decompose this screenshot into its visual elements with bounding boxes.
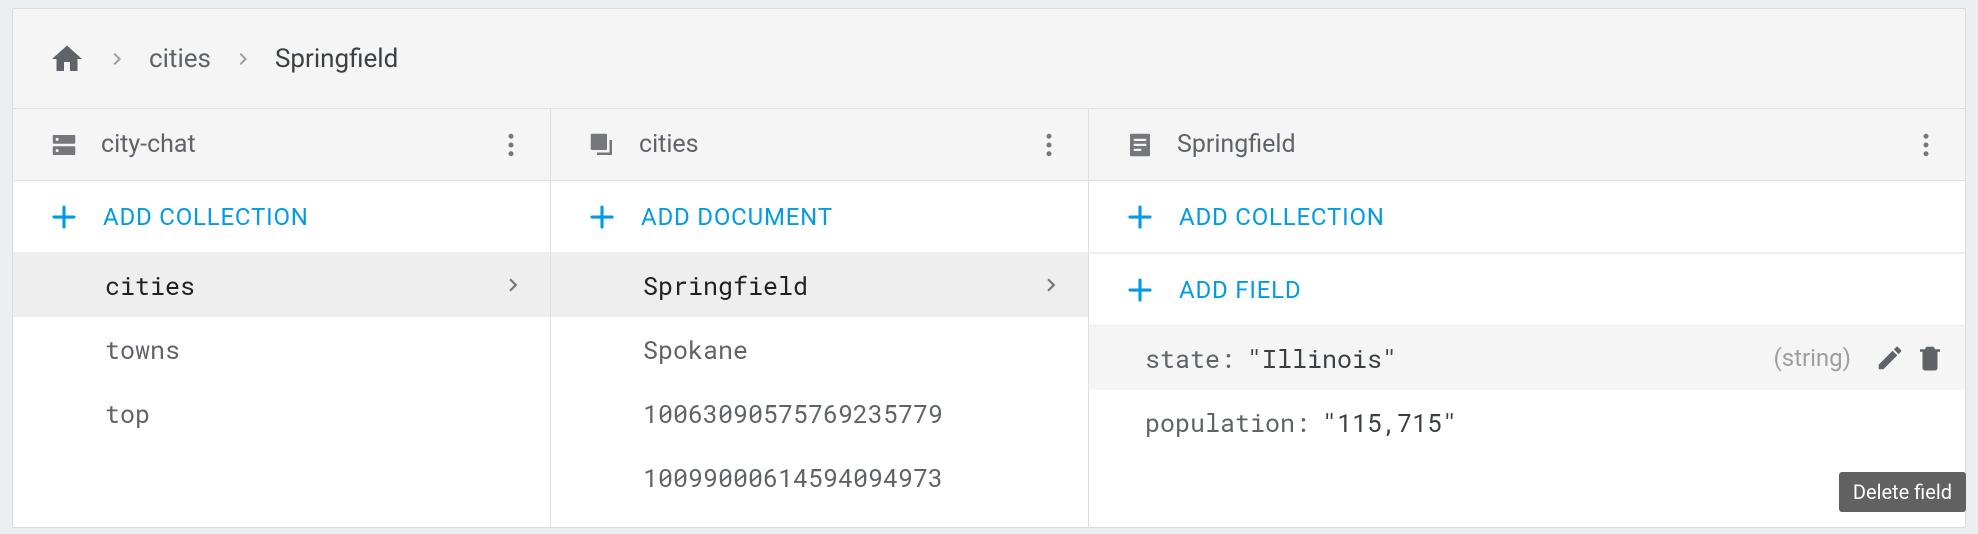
plus-icon [1125, 202, 1155, 232]
list-item-label: Springfield [643, 269, 808, 302]
add-document-label: ADD DOCUMENT [641, 203, 833, 231]
document-panel: Springfield ADD COLLECTION ADD FIELD sta… [1089, 109, 1965, 527]
more-vert-icon[interactable] [1034, 130, 1064, 160]
list-item[interactable]: Spokane [551, 317, 1088, 381]
breadcrumb: cities Springfield [13, 9, 1965, 109]
chevron-right-icon [1038, 272, 1064, 298]
root-panel: city-chat ADD COLLECTION cities towns [13, 109, 551, 527]
collection-icon [587, 130, 617, 160]
document-icon [1125, 130, 1155, 160]
list-item-label: cities [105, 269, 195, 302]
add-collection-button[interactable]: ADD COLLECTION [1089, 181, 1965, 253]
field-row[interactable]: population: "115,715" [1089, 390, 1965, 454]
field-key: population: [1145, 406, 1310, 439]
chevron-right-icon [105, 47, 129, 71]
home-icon[interactable] [49, 41, 85, 77]
document-title: Springfield [1177, 130, 1911, 159]
delete-field-tooltip: Delete field [1839, 472, 1966, 512]
field-row[interactable]: state: "Illinois" (string) [1089, 326, 1965, 390]
more-vert-icon[interactable] [1911, 130, 1941, 160]
collection-title: cities [639, 130, 1034, 159]
plus-icon [587, 202, 617, 232]
list-item-label: Spokane [643, 333, 748, 366]
add-collection-button[interactable]: ADD COLLECTION [13, 181, 550, 253]
collection-list: cities towns top [13, 253, 550, 445]
plus-icon [49, 202, 79, 232]
list-item-label: towns [105, 333, 180, 366]
list-item[interactable]: 10099000614594094973 [551, 445, 1088, 509]
list-item[interactable]: cities [13, 253, 550, 317]
more-vert-icon[interactable] [496, 130, 526, 160]
delete-icon[interactable] [1915, 343, 1945, 373]
list-item-label: top [105, 397, 150, 430]
add-field-label: ADD FIELD [1179, 276, 1301, 304]
add-field-button[interactable]: ADD FIELD [1089, 254, 1965, 326]
list-item[interactable]: towns [13, 317, 550, 381]
list-item[interactable]: 10063090575769235779 [551, 381, 1088, 445]
chevron-right-icon [231, 47, 255, 71]
field-key: state: [1145, 342, 1235, 375]
breadcrumb-collection[interactable]: cities [149, 44, 211, 74]
document-list: Springfield Spokane 10063090575769235779… [551, 253, 1088, 509]
edit-icon[interactable] [1875, 343, 1905, 373]
plus-icon [1125, 275, 1155, 305]
chevron-right-icon [500, 272, 526, 298]
add-document-button[interactable]: ADD DOCUMENT [551, 181, 1088, 253]
field-type: (string) [1773, 344, 1851, 372]
list-item[interactable]: Springfield [551, 253, 1088, 317]
breadcrumb-document: Springfield [275, 44, 398, 74]
field-value: "Illinois" [1247, 342, 1397, 375]
list-item-label: 10063090575769235779 [643, 397, 943, 430]
list-item[interactable]: top [13, 381, 550, 445]
collection-panel: cities ADD DOCUMENT Springfield Spokane [551, 109, 1089, 527]
root-title: city-chat [101, 130, 496, 159]
add-collection-label: ADD COLLECTION [1179, 203, 1385, 231]
add-collection-label: ADD COLLECTION [103, 203, 309, 231]
database-icon [49, 130, 79, 160]
field-value: "115,715" [1322, 406, 1457, 439]
list-item-label: 10099000614594094973 [643, 461, 943, 494]
